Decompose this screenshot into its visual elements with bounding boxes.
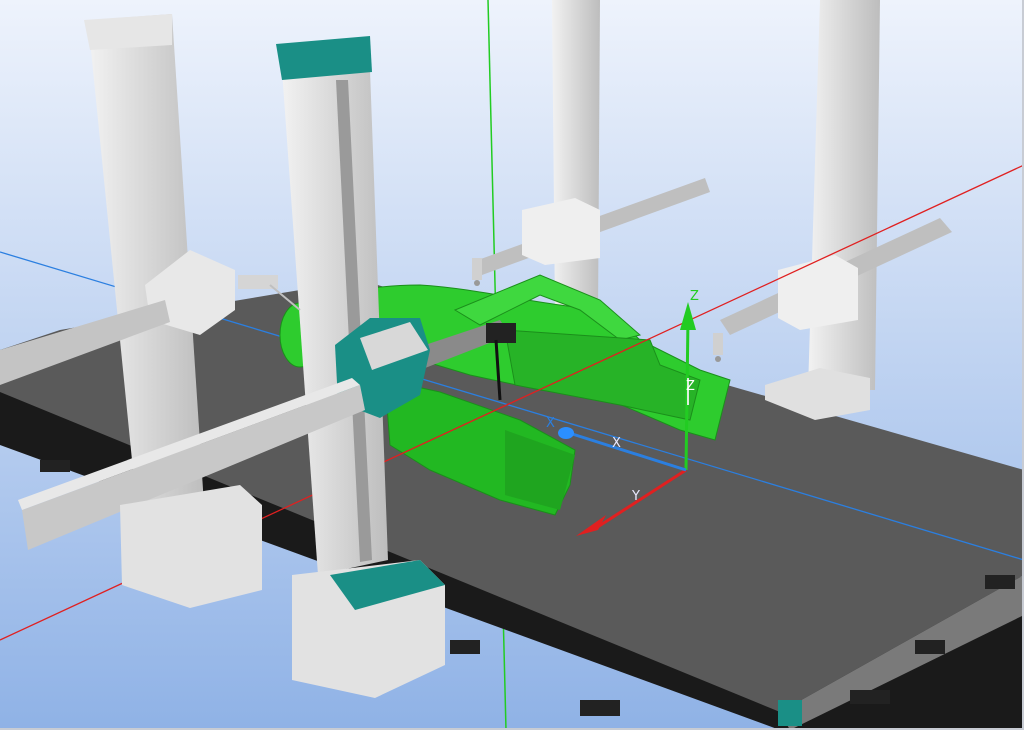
table-foot <box>985 575 1015 589</box>
workobject-x-label: X <box>546 416 555 431</box>
workobject-x-arrowhead <box>558 427 574 439</box>
table-foot <box>40 460 70 472</box>
probe-tip <box>715 356 721 362</box>
3d-scene[interactable]: Z Y X X Z <box>0 0 1024 730</box>
table-foot <box>580 700 620 716</box>
probe-head <box>486 323 516 343</box>
gantry-top-cap <box>84 14 172 50</box>
gantry-pillar <box>552 0 600 315</box>
table-foot <box>450 640 480 654</box>
gantry-pillar <box>808 0 880 390</box>
workobject-x-label-secondary: X <box>612 436 621 451</box>
tool-z-label: Z <box>686 379 695 394</box>
probe-tip <box>474 280 480 286</box>
table-foot <box>915 640 945 654</box>
probe-head <box>472 258 482 280</box>
probe-head <box>713 333 723 355</box>
table-corner-cap <box>778 700 802 726</box>
gantry-base <box>120 485 262 608</box>
table-foot <box>850 690 890 704</box>
gantry-carriage <box>522 198 600 265</box>
workobject-z-label: Z <box>690 289 699 304</box>
3d-graphics-viewport[interactable]: Z Y X X Z <box>0 0 1024 730</box>
workobject-y-label: Y <box>631 489 640 504</box>
